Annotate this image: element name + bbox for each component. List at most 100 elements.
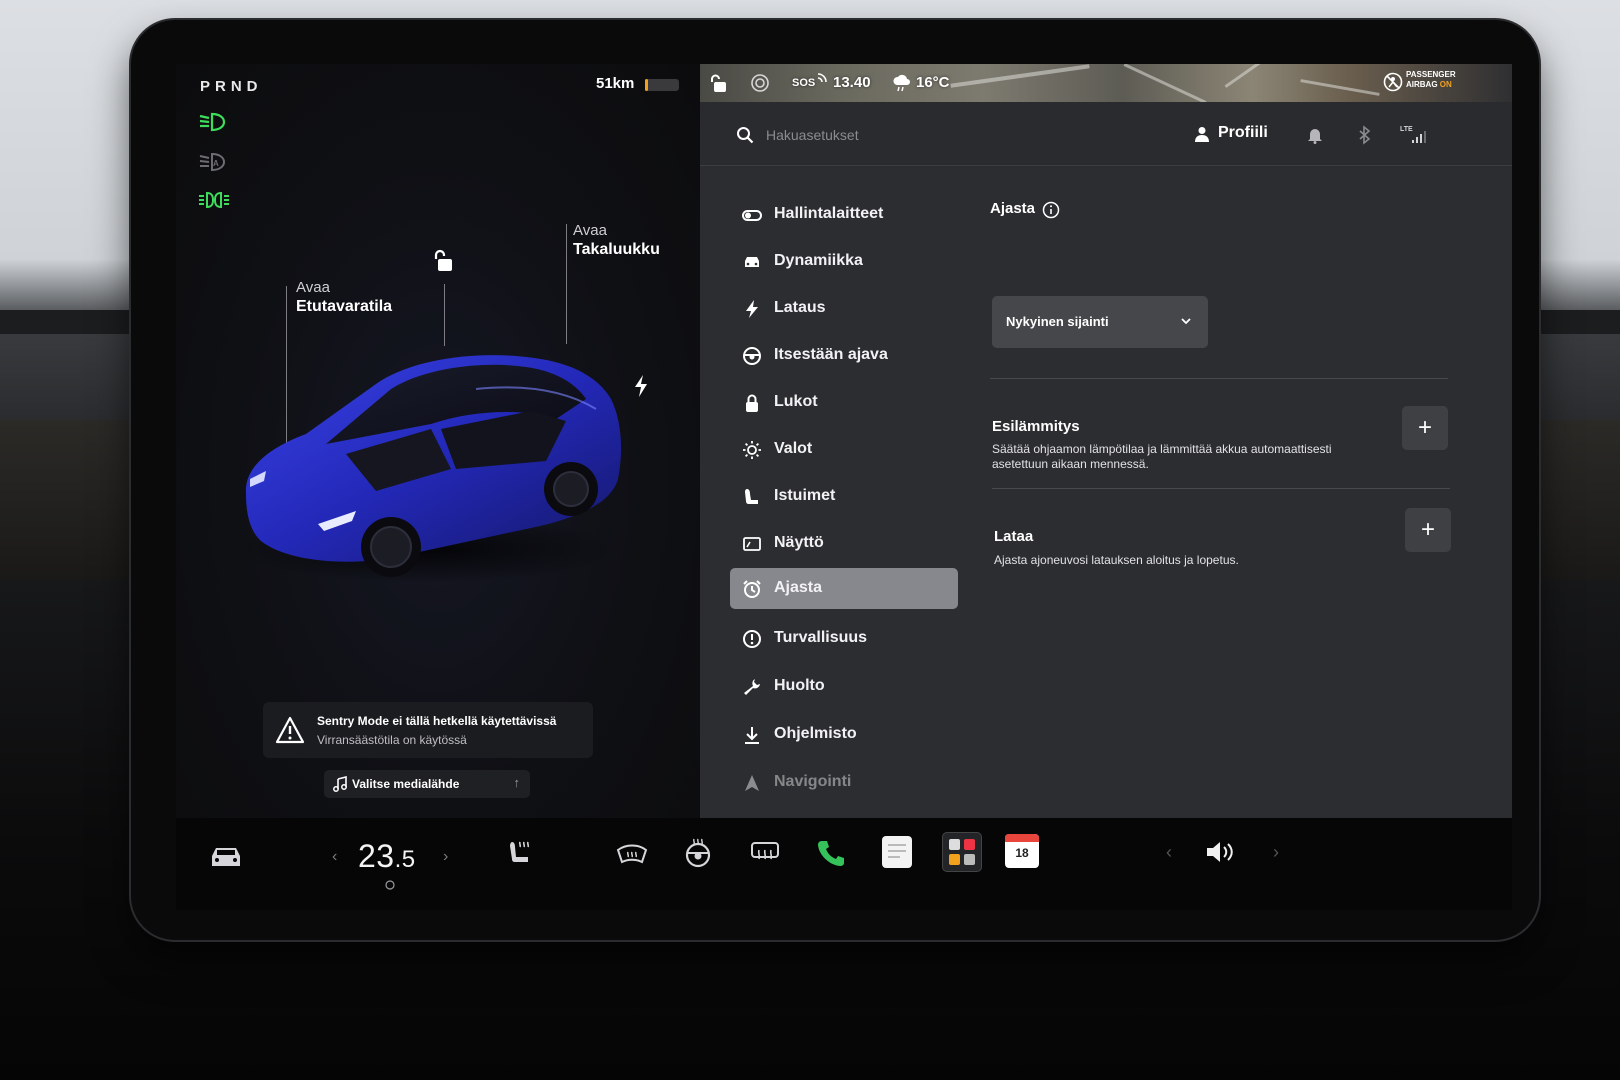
nav-label: Dynamiikka [774, 252, 863, 269]
trunk-callout-line [566, 224, 567, 344]
info-icon[interactable] [1042, 201, 1060, 219]
car-controls-icon[interactable] [208, 842, 244, 870]
range-readout: 51km [596, 75, 635, 92]
add-charge-schedule-button[interactable]: + [1405, 508, 1451, 552]
alert-title: Sentry Mode ei tällä hetkellä käytettävi… [317, 714, 557, 728]
settings-nav: Hallintalaitteet Dynamiikka Lataus Itses… [700, 166, 980, 818]
volume-prev-button[interactable]: ‹ [1166, 842, 1172, 863]
nav-label: Hallintalaitteet [774, 205, 884, 222]
settings-search-input[interactable] [766, 122, 1046, 148]
unlocked-status-icon [711, 74, 726, 92]
nav-label: Navigointi [774, 773, 852, 790]
map-status-strip: SOS 13.40 16°C PASSENGER AIRBAG ON [700, 64, 1512, 102]
nav-item-lukot[interactable]: Lukot [730, 382, 958, 423]
bluetooth-icon[interactable] [1358, 125, 1372, 145]
cabin-temperature[interactable]: 23.5 [358, 838, 416, 875]
temp-increase-button[interactable]: › [443, 848, 448, 866]
preheat-title: Esilämmitys [992, 418, 1080, 435]
unlock-icon[interactable] [432, 248, 456, 274]
sos-signal-icon [817, 73, 827, 83]
nav-item-navigointi[interactable]: Navigointi [730, 762, 958, 803]
temp-decimal: .5 [394, 846, 416, 873]
volume-next-button[interactable]: › [1273, 842, 1279, 863]
rear-defrost-icon[interactable] [750, 840, 780, 866]
calendar-icon[interactable]: 18 [1005, 834, 1039, 868]
preheat-desc-line2: asetettuun aikaan mennessä. [992, 457, 1149, 471]
clock: 13.40 [833, 74, 871, 91]
nav-item-huolto[interactable]: Huolto [730, 666, 958, 707]
chevron-down-icon [1181, 318, 1191, 325]
nav-label: Valot [774, 440, 813, 457]
nav-item-turvallisuus[interactable]: Turvallisuus [730, 618, 958, 659]
headlight-low-beam-icon [199, 112, 226, 132]
nav-item-dynamiikka[interactable]: Dynamiikka [730, 241, 958, 282]
sentry-camera-icon [751, 74, 769, 92]
divider [990, 378, 1448, 379]
calendar-day: 18 [1015, 846, 1029, 860]
sentry-mode-alert[interactable]: Sentry Mode ei tällä hetkellä käytettävi… [263, 702, 593, 758]
schedule-content: Ajasta Nykyinen sijainti Esilämmitys Sää… [990, 166, 1451, 818]
nav-item-hallintalaitteet[interactable]: Hallintalaitteet [730, 194, 958, 235]
svg-text:A: A [213, 159, 219, 168]
nav-item-valot[interactable]: Valot [730, 429, 958, 470]
volume-icon[interactable] [1204, 838, 1238, 866]
battery-icon [645, 79, 679, 91]
nav-item-itsestaan-ajava[interactable]: Itsestään ajava [730, 335, 958, 376]
sun-icon [743, 441, 761, 459]
temp-whole: 23 [358, 838, 395, 874]
nav-item-ohjelmisto[interactable]: Ohjelmisto [730, 714, 958, 755]
alert-circle-icon [743, 630, 761, 648]
notes-app-icon[interactable] [882, 836, 912, 868]
nav-label: Huolto [774, 677, 825, 694]
nav-label: Turvallisuus [774, 629, 868, 646]
nav-item-ajasta[interactable]: Ajasta [730, 568, 958, 609]
charge-title: Lataa [994, 528, 1034, 545]
bell-icon[interactable] [1307, 126, 1323, 144]
nav-item-lataus[interactable]: Lataus [730, 288, 958, 329]
nav-label: Ohjelmisto [774, 725, 857, 742]
nav-label: Itsestään ajava [774, 346, 888, 363]
front-defrost-icon[interactable] [616, 842, 648, 866]
car-icon [745, 257, 759, 267]
bolt-icon [746, 300, 758, 318]
steering-wheel-icon [743, 347, 761, 365]
preheat-desc-line1: Säätää ohjaamon lämpötilaa ja lämmittää … [992, 442, 1332, 456]
media-source-button[interactable]: Valitse medialähde ↑ [324, 770, 530, 798]
search-icon [737, 127, 754, 144]
passenger-airbag-status: PASSENGER AIRBAG ON [1406, 70, 1456, 90]
touchscreen: PRND 51km A Avaa Etutavaratila Avaa Taka… [176, 64, 1512, 910]
nav-item-istuimet[interactable]: Istuimet [730, 476, 958, 517]
trunk-label-bottom: Takaluukku [573, 241, 660, 258]
nav-label: Lataus [774, 299, 826, 316]
gear-selector: PRND [200, 78, 263, 95]
download-icon [745, 727, 759, 744]
schedule-title: Ajasta [990, 200, 1036, 217]
warning-triangle-icon [275, 716, 305, 744]
app-launcher-icon[interactable] [942, 832, 982, 872]
alarm-clock-icon [743, 580, 761, 598]
location-value: Nykyinen sijainti [1006, 314, 1109, 329]
steering-heater-icon[interactable] [684, 838, 712, 868]
seat-icon [745, 489, 758, 504]
temp-decrease-button[interactable]: ‹ [332, 848, 337, 866]
lte-label: LTE [1400, 126, 1413, 133]
charge-description: Ajasta ajoneuvosi latauksen aloitus ja l… [994, 553, 1239, 567]
fan-small-icon [385, 880, 395, 890]
settings-topbar: Profiili LTE [700, 102, 1512, 166]
settings-panel: SOS 13.40 16°C PASSENGER AIRBAG ON Hakua… [700, 64, 1512, 818]
seat-heater-icon[interactable] [506, 838, 536, 868]
profile-button[interactable]: Profiili [1218, 124, 1268, 142]
add-preheat-button[interactable]: + [1402, 406, 1448, 450]
frunk-label-top: Avaa [296, 279, 330, 296]
frunk-open-button[interactable]: Avaa Etutavaratila [296, 278, 392, 316]
nav-label: Istuimet [774, 487, 836, 504]
trunk-open-button[interactable]: Avaa Takaluukku [573, 221, 660, 259]
music-note-icon [333, 776, 347, 792]
location-dropdown[interactable]: Nykyinen sijainti [992, 296, 1208, 348]
passenger-airbag-icon [1383, 72, 1403, 92]
nav-label: Näyttö [774, 534, 824, 551]
media-source-label: Valitse medialähde [352, 777, 460, 791]
nav-item-naytto[interactable]: Näyttö [730, 523, 958, 564]
airbag-state: ON [1439, 80, 1452, 89]
phone-icon[interactable] [816, 838, 846, 868]
